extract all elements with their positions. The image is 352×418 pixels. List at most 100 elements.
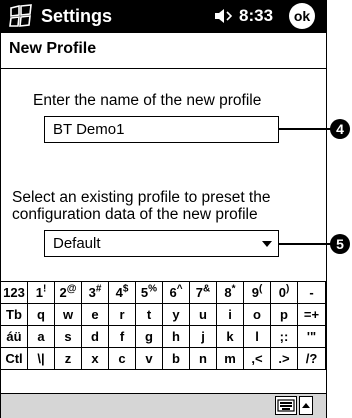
key-r4-7[interactable]: n xyxy=(190,348,217,369)
profile-name-label: Enter the name of the new profile xyxy=(33,92,262,109)
callout-badge-4: 4 xyxy=(330,119,350,139)
key-label: r xyxy=(119,307,125,322)
key-r1-10[interactable]: 0) xyxy=(271,282,298,303)
key-r4-10[interactable]: .> xyxy=(271,348,298,369)
callout-line-5 xyxy=(279,243,334,245)
key-label: p xyxy=(280,307,288,322)
device-screen: Settings 8:33 ok New Profile Enter the n… xyxy=(0,0,327,418)
key-label: ,< xyxy=(251,351,263,366)
key-label: w xyxy=(62,307,74,322)
key-label: Tb xyxy=(6,307,22,322)
key-label: 4 xyxy=(115,285,123,300)
key-r1-3[interactable]: 3# xyxy=(82,282,109,303)
key-r3-7[interactable]: j xyxy=(190,326,217,347)
key-label: c xyxy=(118,351,126,366)
preset-label-line1: Select an existing profile to preset the xyxy=(12,189,271,206)
key-r2-4[interactable]: r xyxy=(109,304,136,325)
keyboard-row-2: Tb q w e r t y u i o p =+ xyxy=(1,304,326,326)
key-r1-8[interactable]: 8* xyxy=(217,282,244,303)
key-r3-9[interactable]: l xyxy=(244,326,271,347)
key-r2-2[interactable]: w xyxy=(55,304,82,325)
windows-flag-icon[interactable] xyxy=(7,4,35,28)
key-label: 123 xyxy=(3,285,25,300)
key-r3-2[interactable]: s xyxy=(55,326,82,347)
key-r1-7[interactable]: 7& xyxy=(190,282,217,303)
key-r2-1[interactable]: q xyxy=(28,304,55,325)
key-r3-11[interactable]: '" xyxy=(298,326,326,347)
key-r3-6[interactable]: h xyxy=(163,326,190,347)
app-title: Settings xyxy=(41,6,113,26)
key-r2-5[interactable]: t xyxy=(136,304,163,325)
callout-badge-5: 5 xyxy=(330,234,350,254)
key-label: u xyxy=(199,307,207,322)
key-r3-4[interactable]: f xyxy=(109,326,136,347)
key-r2-3[interactable]: e xyxy=(82,304,109,325)
keyboard-icon[interactable] xyxy=(275,396,297,415)
profile-name-input[interactable]: BT Demo1 xyxy=(44,116,279,143)
ok-button[interactable]: ok xyxy=(289,3,315,29)
key-r4-4[interactable]: c xyxy=(109,348,136,369)
preset-profile-value: Default xyxy=(53,235,101,252)
key-label: y xyxy=(172,307,180,322)
key-r4-11[interactable]: /? xyxy=(298,348,326,369)
key-r3-0[interactable]: áü xyxy=(1,326,28,347)
key-r2-7[interactable]: u xyxy=(190,304,217,325)
key-r4-5[interactable]: v xyxy=(136,348,163,369)
key-shift-label: ^ xyxy=(176,283,183,295)
key-r1-5[interactable]: 5% xyxy=(136,282,163,303)
key-label: '" xyxy=(306,329,317,344)
chevron-down-icon[interactable] xyxy=(262,241,272,247)
key-label: 7 xyxy=(195,285,203,300)
key-r3-3[interactable]: d xyxy=(82,326,109,347)
key-r4-2[interactable]: z xyxy=(55,348,82,369)
key-r4-3[interactable]: x xyxy=(82,348,109,369)
key-r1-0[interactable]: 123 xyxy=(1,282,28,303)
key-label: áü xyxy=(6,329,22,344)
key-r1-9[interactable]: 9( xyxy=(244,282,271,303)
key-label: x xyxy=(91,351,99,366)
key-r3-1[interactable]: a xyxy=(28,326,55,347)
key-r2-0[interactable]: Tb xyxy=(1,304,28,325)
key-r1-4[interactable]: 4$ xyxy=(109,282,136,303)
key-label: q xyxy=(37,307,45,322)
key-shift-label: ! xyxy=(42,283,47,295)
key-label: .> xyxy=(278,351,290,366)
key-r4-8[interactable]: m xyxy=(217,348,244,369)
clock[interactable]: 8:33 xyxy=(239,6,273,26)
key-r4-9[interactable]: ,< xyxy=(244,348,271,369)
callout-line-4 xyxy=(279,128,334,130)
preset-profile-select[interactable]: Default xyxy=(44,230,279,257)
key-label: 9 xyxy=(251,285,259,300)
key-r2-11[interactable]: =+ xyxy=(298,304,326,325)
key-r2-9[interactable]: o xyxy=(244,304,271,325)
chevron-up-icon[interactable] xyxy=(299,396,313,415)
key-label: =+ xyxy=(303,307,320,322)
key-r2-8[interactable]: i xyxy=(217,304,244,325)
key-r1-11[interactable]: - xyxy=(298,282,326,303)
soft-keyboard: 123 1! 2@ 3# 4$ 5% 6^ 7& 8* 9(0) - Tb q w e r t y u i o p =+ … xyxy=(1,281,326,394)
key-r1-6[interactable]: 6^ xyxy=(163,282,190,303)
key-r2-10[interactable]: p xyxy=(271,304,298,325)
key-r4-0[interactable]: Ctl xyxy=(1,348,28,369)
key-r3-8[interactable]: k xyxy=(217,326,244,347)
key-r4-1[interactable]: \| xyxy=(28,348,55,369)
key-r1-2[interactable]: 2@ xyxy=(55,282,82,303)
divider xyxy=(1,68,326,69)
key-shift-label: ( xyxy=(258,283,263,295)
key-label: z xyxy=(64,351,72,366)
key-label: 6 xyxy=(169,285,177,300)
key-r3-10[interactable]: ;: xyxy=(271,326,298,347)
key-shift-label: * xyxy=(231,283,236,295)
key-label: e xyxy=(91,307,99,322)
key-shift-label: @ xyxy=(66,283,77,295)
key-r4-6[interactable]: b xyxy=(163,348,190,369)
key-r2-6[interactable]: y xyxy=(163,304,190,325)
key-label: v xyxy=(145,351,153,366)
key-r1-1[interactable]: 1! xyxy=(28,282,55,303)
key-label: 3 xyxy=(88,285,96,300)
key-r3-5[interactable]: g xyxy=(136,326,163,347)
speaker-icon[interactable] xyxy=(213,6,235,26)
key-shift-label: # xyxy=(95,283,102,295)
key-label: s xyxy=(64,329,72,344)
key-label: h xyxy=(172,329,180,344)
